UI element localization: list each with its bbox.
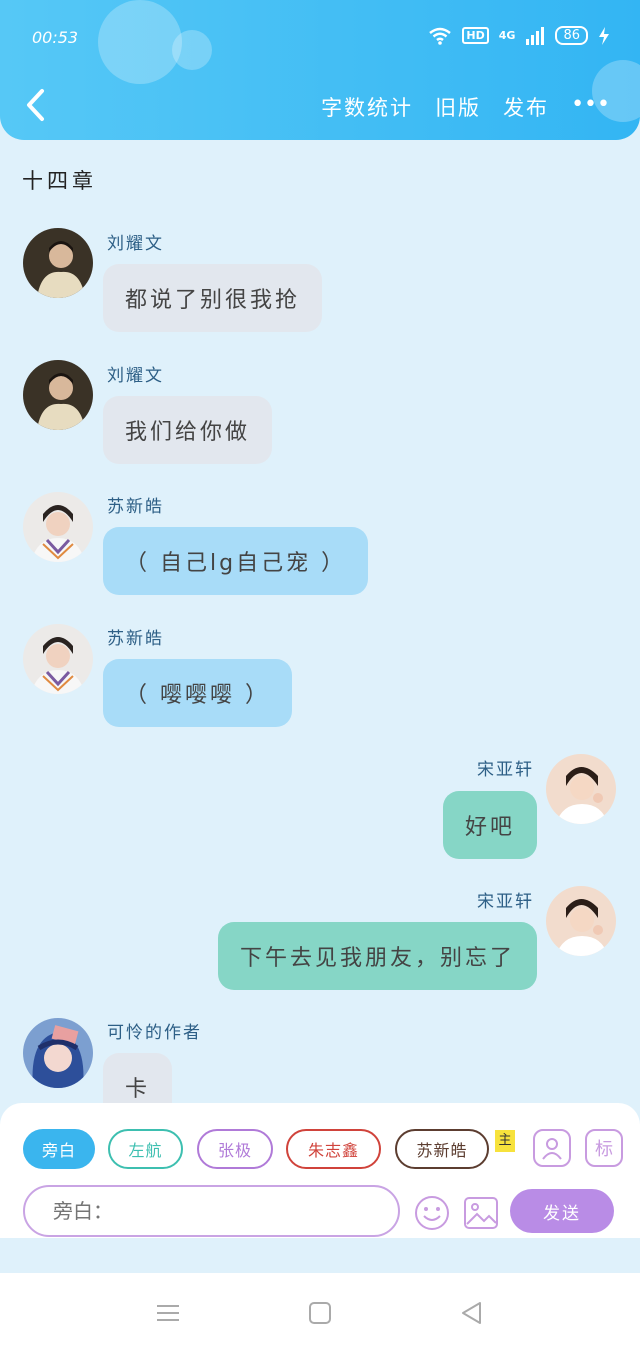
emoji-icon[interactable] — [413, 1194, 451, 1232]
role-chip[interactable]: 朱志鑫 — [286, 1129, 381, 1169]
role-chip-narration[interactable]: 旁白 — [23, 1129, 95, 1169]
message-bubble[interactable]: （ 自己lg自己宠 ） — [103, 527, 369, 595]
sender-name: 苏新皓 — [107, 629, 164, 649]
sender-name: 刘耀文 — [107, 234, 164, 254]
avatar[interactable] — [23, 360, 93, 430]
chapter-title: 十四章 — [22, 169, 97, 193]
wifi-icon — [429, 27, 452, 45]
menu-icon[interactable] — [154, 1299, 182, 1327]
sender-name: 宋亚轩 — [477, 760, 534, 780]
sender-name: 刘耀文 — [107, 366, 164, 386]
message-input[interactable] — [23, 1185, 400, 1237]
top-header: 00:53 HD 4G 86 字数统计 旧版 发布 ••• — [0, 0, 640, 140]
send-button[interactable]: 发送 — [510, 1189, 614, 1233]
system-nav-bar — [0, 1273, 640, 1351]
message-bubble[interactable]: 都说了别很我抢 — [103, 264, 323, 332]
battery-level: 86 — [555, 26, 588, 45]
word-count-button[interactable]: 字数统计 — [321, 92, 413, 122]
sender-name: 苏新皓 — [107, 497, 164, 517]
back-triangle-icon[interactable] — [458, 1299, 486, 1327]
signal-icon — [526, 26, 545, 45]
message-bubble[interactable]: 我们给你做 — [103, 396, 273, 464]
decor-bubble — [172, 30, 212, 70]
publish-button[interactable]: 发布 — [503, 92, 549, 122]
avatar[interactable] — [546, 754, 616, 824]
message-bubble[interactable]: 下午去见我朋友，别忘了 — [217, 922, 537, 990]
header-actions: 字数统计 旧版 发布 ••• — [321, 92, 610, 122]
main-role-badge[interactable]: 主 — [495, 1130, 515, 1152]
avatar[interactable] — [546, 886, 616, 956]
person-icon[interactable] — [533, 1129, 571, 1167]
image-icon[interactable] — [462, 1194, 500, 1232]
sender-name: 宋亚轩 — [477, 892, 534, 912]
message-bubble[interactable]: （ 嘤嘤嘤 ） — [103, 659, 292, 727]
network-label: 4G — [498, 29, 516, 42]
status-icons: HD 4G 86 — [428, 26, 610, 45]
input-panel: 旁白 左航 张极 朱志鑫 苏新皓 主 标 发送 — [0, 1103, 640, 1238]
avatar[interactable] — [23, 1018, 93, 1088]
charging-icon — [599, 26, 609, 45]
sender-name: 可怜的作者 — [107, 1023, 202, 1043]
avatar[interactable] — [23, 228, 93, 298]
hd-badge: HD — [462, 27, 489, 44]
avatar[interactable] — [23, 492, 93, 562]
role-chip[interactable]: 左航 — [108, 1129, 183, 1169]
role-chip[interactable]: 张极 — [197, 1129, 273, 1169]
decor-bubble — [98, 0, 182, 84]
status-time: 00:53 — [32, 28, 79, 47]
message-bubble[interactable]: 好吧 — [442, 791, 537, 859]
old-version-button[interactable]: 旧版 — [435, 92, 481, 122]
role-chip[interactable]: 苏新皓 — [395, 1129, 489, 1169]
tag-button[interactable]: 标 — [585, 1129, 623, 1167]
avatar[interactable] — [23, 624, 93, 694]
home-icon[interactable] — [306, 1299, 334, 1327]
back-arrow-icon[interactable] — [22, 88, 52, 122]
more-icon[interactable]: ••• — [571, 92, 610, 122]
